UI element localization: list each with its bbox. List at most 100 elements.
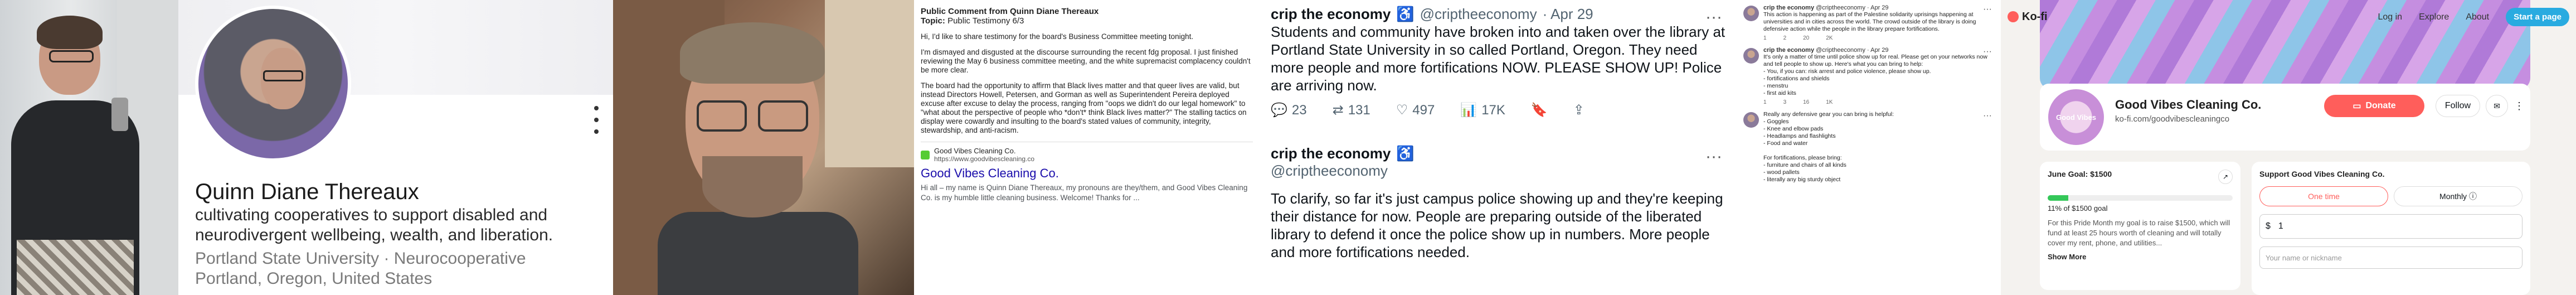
mini-tweet-text: Really any defensive gear you can bring … [1763,111,1894,183]
mini-tweet-text: It's only a matter of time until police … [1763,54,1987,96]
more-options-icon: ··· [1983,47,1992,56]
comment-topic: Topic: Public Testimony 6/3 [921,16,1253,26]
avatar [1743,48,1759,64]
tweet-header: crip the economy ♿ [1271,145,1728,162]
retweet-count: 2 [1783,35,1787,41]
comment-paragraph: I'm dismayed and disgusted at the discou… [921,48,1251,74]
person-beard [702,156,803,217]
mini-author: crip the economy [1763,4,1815,11]
message-icon[interactable]: ✉ [2486,95,2508,117]
more-options-icon: ··· [1983,4,1992,14]
views-icon: 📊 [1460,103,1477,118]
retweet-count: 3 [1783,99,1787,105]
start-page-button[interactable]: Start a page [2506,8,2569,26]
more-options-icon[interactable] [591,106,602,134]
like-count: 16 [1803,99,1810,105]
mini-tweet: ··· crip the economy @criptheeconomy · A… [1743,47,1996,105]
view-count: 1K [1826,99,1833,105]
portrait-photo [613,0,914,295]
share-button[interactable]: ⇪ [1573,102,1585,118]
tweet-thread-screenshot: ··· crip the economy @criptheeconomy · A… [1739,0,2001,295]
mini-tweet-text: This action is happening as part of the … [1763,11,1976,32]
profile-affiliation: Portland State University · Neurocoopera… [195,249,596,289]
comment-paragraph: Hi, I'd like to share testimony for the … [921,32,1194,41]
result-site-name: Good Vibes Cleaning Co. [934,147,1016,155]
support-title: Support Good Vibes Cleaning Co. [2259,170,2385,178]
comment-title: Public Comment from Quinn Diane Thereaux [921,7,1099,16]
mini-tweet: ··· crip the economy @criptheeconomy · A… [1743,4,1996,41]
public-comment-document: Public Comment from Quinn Diane Thereaux… [914,0,1260,295]
retweet-count: 131 [1348,102,1370,118]
affiliation-line: Portland State University · Neurocoopera… [195,249,526,268]
goal-progress-bar [2048,195,2233,201]
tweet[interactable]: ··· crip the economy ♿ @criptheeconomy T… [1271,145,1728,261]
kofi-topbar: Ko-fi Log in Explore About Start a page [2001,0,2576,33]
profile-bio: cultivating cooperatives to support disa… [195,206,553,244]
reply-button[interactable]: 💬 23 [1271,102,1307,118]
goal-card: June Goal: $1500 ↗ 11% of $1500 goal For… [2040,162,2240,290]
topic-label: Topic: [921,16,945,26]
mini-author: crip the economy [1763,47,1815,54]
frequency-tabs: One time Monthly ⓘ [2259,186,2522,206]
tab-one-time[interactable]: One time [2259,186,2388,206]
retweet-button[interactable]: ⇄ 131 [1333,102,1370,118]
tweet-text: Students and community have broken into … [1271,23,1726,94]
info-icon: ⓘ [2468,192,2477,201]
donate-icon: ▭ [2353,101,2361,111]
kofi-url[interactable]: ko-fi.com/goodvibescleaningco [2115,114,2229,124]
views-button[interactable]: 📊 17K [1460,102,1505,118]
person-shirt [658,212,858,295]
donate-button[interactable]: ▭ Donate [2324,95,2424,117]
profile-avatar[interactable] [195,6,351,162]
person-hair [680,22,825,84]
kofi-name: Good Vibes Cleaning Co. [2115,98,2262,112]
topic-value: Public Testimony 6/3 [947,16,1024,26]
support-card: Support Good Vibes Cleaning Co. One time… [2252,162,2530,295]
tweet-author-name[interactable]: crip the economy [1271,6,1391,23]
result-url: https://www.goodvibescleaning.co [934,155,1035,163]
bookmark-button[interactable]: 🔖 [1531,102,1548,118]
tweets-panel: ··· crip the economy ♿ @criptheeconomy ·… [1260,0,1739,295]
like-button[interactable]: ♡ 497 [1396,102,1435,118]
kofi-nav: Log in Explore About Start a page [2378,8,2569,26]
reply-count: 23 [1291,102,1307,118]
like-count: 497 [1412,102,1435,118]
heart-icon: ♡ [1396,103,1408,118]
reply-icon: 💬 [1271,103,1287,118]
result-title-link[interactable]: Good Vibes Cleaning Co. [921,166,1253,181]
reply-count: 1 [1763,35,1767,41]
result-snippet: Hi all – my name is Quinn Diane Thereaux… [921,183,1248,202]
profile-card: Quinn Diane Thereaux cultivating coopera… [178,0,613,295]
mini-tweet-stats: 1 2 20 2K [1763,35,1996,41]
follow-button[interactable]: Follow [2436,95,2480,117]
about-link[interactable]: About [2466,12,2489,22]
more-options-icon[interactable]: ··· [1705,8,1722,27]
tweet-date: · Apr 29 [1542,6,1593,22]
donate-label: Donate [2365,101,2396,110]
search-result-header[interactable]: Good Vibes Cleaning Co. https://www.good… [921,147,1253,163]
tab-monthly[interactable]: Monthly ⓘ [2394,186,2522,206]
nickname-input[interactable]: Your name or nickname [2259,246,2522,269]
login-link[interactable]: Log in [2378,12,2402,22]
kofi-logo[interactable]: Ko-fi [2008,11,2048,23]
tweet[interactable]: ··· crip the economy ♿ @criptheeconomy ·… [1271,6,1728,118]
plaid-skirt [17,240,134,295]
amount-input[interactable]: $1 [2259,214,2522,239]
retweet-icon: ⇄ [1332,103,1344,118]
mini-tweet: ··· Really any defensive gear you can br… [1743,111,1996,183]
mirror-selfie-photo [0,0,178,295]
view-count: 2K [1826,35,1833,41]
mini-tweet-header: crip the economy @criptheeconomy · Apr 2… [1763,47,1996,54]
tweet-author-name[interactable]: crip the economy [1271,145,1391,162]
bookmark-icon: 🔖 [1530,103,1548,118]
share-icon[interactable]: ↗ [2218,170,2233,184]
profile-name: Quinn Diane Thereaux [195,180,419,204]
avatar-text: Good Vibes [2056,113,2096,122]
tweet-handle[interactable]: @criptheeconomy [1420,6,1537,23]
more-options-icon[interactable]: ··· [1705,147,1722,166]
explore-link[interactable]: Explore [2419,12,2449,22]
share-icon: ⇪ [1573,103,1585,118]
more-options-icon[interactable]: ⋮ [2511,95,2528,117]
show-more-link[interactable]: Show More [2048,253,2233,261]
tweet-handle[interactable]: @criptheeconomy [1271,162,1728,180]
